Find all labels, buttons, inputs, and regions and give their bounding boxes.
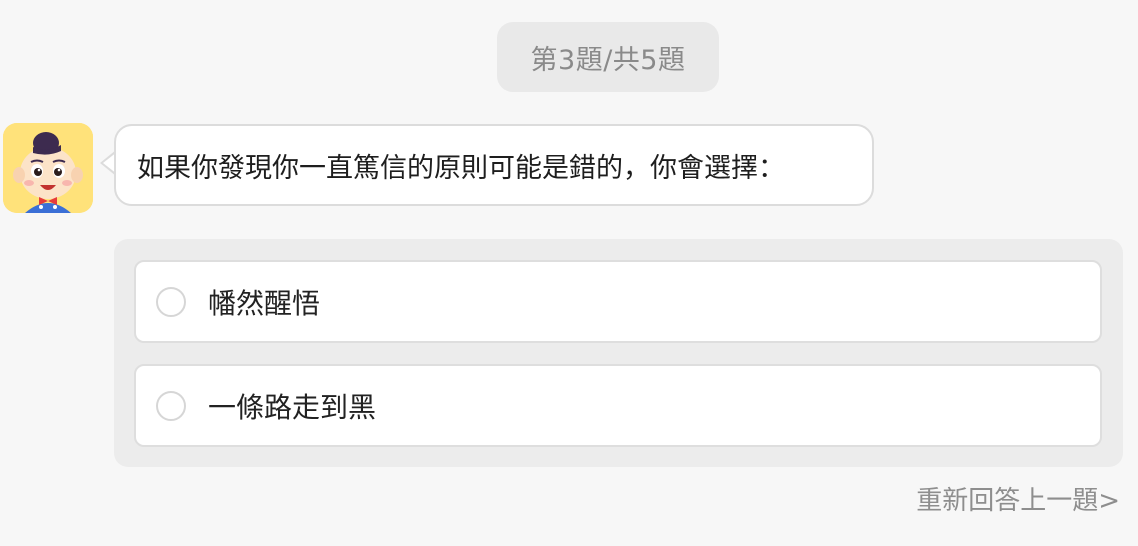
answer-option-1[interactable]: 幡然醒悟 [134, 260, 1102, 343]
answer-option-label: 一條路走到黑 [208, 390, 377, 424]
answer-option-label: 幡然醒悟 [208, 286, 321, 320]
cartoon-boy-icon [3, 123, 93, 213]
options-panel: 幡然醒悟 一條路走到黑 [114, 239, 1123, 467]
progress-label: 第3題/共5題 [530, 44, 686, 76]
redo-previous-question-link[interactable]: 重新回答上一題> [916, 480, 1120, 517]
progress-indicator: 第3題/共5題 [497, 22, 719, 92]
answer-option-2[interactable]: 一條路走到黑 [134, 364, 1102, 447]
avatar [3, 123, 93, 213]
radio-button-icon[interactable] [156, 390, 186, 421]
quiz-screen: 第3題/共5題 如果你發現你一直篤信的原則可能是錯的，你會選擇： 幡然醒悟 一條… [0, 0, 1138, 546]
radio-button-icon[interactable] [156, 286, 186, 317]
question-bubble: 如果你發現你一直篤信的原則可能是錯的，你會選擇： [114, 124, 874, 206]
question-text: 如果你發現你一直篤信的原則可能是錯的，你會選擇： [137, 152, 785, 184]
